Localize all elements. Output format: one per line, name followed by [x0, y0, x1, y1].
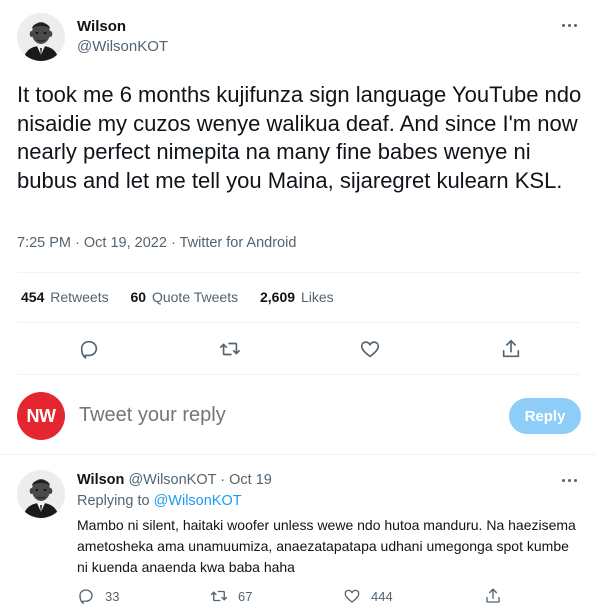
share-icon[interactable]: [496, 334, 526, 364]
author-avatar[interactable]: [17, 13, 65, 61]
author-name[interactable]: Wilson: [77, 18, 126, 35]
reply-actions: 33 67 444: [77, 587, 582, 607]
retweet-icon: [210, 590, 228, 602]
author-handle[interactable]: @WilsonKOT: [77, 38, 168, 55]
engagement-stats: 454 Retweets 60 Quote Tweets 2,609 Likes: [21, 289, 352, 305]
retweet-icon[interactable]: [215, 334, 245, 364]
retweets-stat[interactable]: 454 Retweets: [21, 289, 109, 305]
reply-date[interactable]: · Oct 19: [220, 472, 272, 488]
like-count: 444: [371, 588, 393, 604]
reply-author-handle[interactable]: @WilsonKOT: [128, 472, 216, 488]
reply-icon[interactable]: [74, 334, 104, 364]
reply-author-avatar[interactable]: [17, 470, 65, 518]
tweet-meta: 7:25 PM · Oct 19, 2022 · Twitter for And…: [17, 235, 296, 251]
share-icon: [486, 588, 500, 603]
reply-icon: [79, 589, 93, 605]
reply-header: Wilson @WilsonKOT · Oct 19: [77, 472, 272, 488]
tweet-source[interactable]: Twitter for Android: [180, 235, 297, 251]
divider: [17, 322, 580, 323]
tweet-actions: [0, 334, 597, 364]
more-options-icon[interactable]: [557, 13, 581, 37]
reply-like-button[interactable]: 444: [343, 587, 393, 605]
tweet-text: It took me 6 months kujifunza sign langu…: [17, 82, 582, 193]
reply-text: Mambo ni silent, haitaki woofer unless w…: [77, 517, 576, 575]
quote-tweets-stat[interactable]: 60 Quote Tweets: [131, 289, 239, 305]
replying-to-mention[interactable]: @WilsonKOT: [154, 493, 242, 509]
reply-composer: NW Reply: [0, 380, 597, 452]
more-options-icon[interactable]: [557, 468, 581, 492]
tweet-timestamp[interactable]: 7:25 PM · Oct 19, 2022 ·: [17, 235, 180, 251]
user-avatar-logo[interactable]: NW: [17, 392, 65, 440]
divider: [17, 272, 580, 273]
avatar-portrait-icon: [17, 13, 65, 61]
reply-retweet-button[interactable]: 67: [210, 587, 252, 605]
reply-count: 33: [105, 588, 120, 604]
divider: [17, 374, 580, 375]
like-icon: [344, 589, 360, 603]
likes-stat[interactable]: 2,609 Likes: [260, 289, 334, 305]
reply-share-button[interactable]: [484, 587, 512, 605]
avatar-portrait-icon: [17, 470, 65, 518]
reply-reply-button[interactable]: 33: [77, 587, 119, 605]
reply-button[interactable]: Reply: [509, 398, 581, 434]
reply-tweet: Wilson @WilsonKOT · Oct 19 Replying to @…: [0, 460, 597, 616]
reply-input[interactable]: [79, 404, 459, 427]
like-icon[interactable]: [355, 334, 385, 364]
retweet-count: 67: [238, 588, 253, 604]
reply-author-name[interactable]: Wilson: [77, 472, 124, 488]
replying-to: Replying to @WilsonKOT: [77, 493, 242, 509]
divider: [0, 454, 597, 455]
